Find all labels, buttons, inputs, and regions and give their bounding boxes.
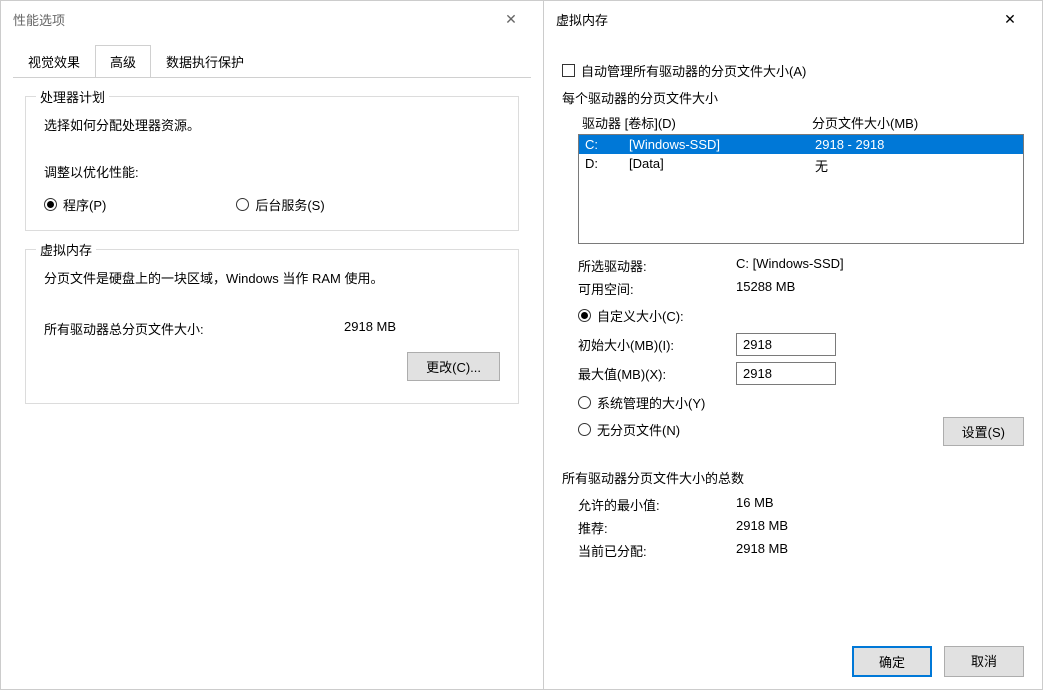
change-button[interactable]: 更改(C)... bbox=[407, 352, 500, 381]
max-size-label: 最大值(MB)(X): bbox=[578, 364, 736, 383]
tab-dep[interactable]: 数据执行保护 bbox=[151, 45, 259, 77]
drive-group: 驱动器 [卷标](D) 分页文件大小(MB) C: [Windows-SSD] … bbox=[562, 111, 1024, 244]
total-pagefile-label: 所有驱动器总分页文件大小: bbox=[44, 319, 244, 338]
drive-list-header: 驱动器 [卷标](D) 分页文件大小(MB) bbox=[578, 111, 1024, 134]
window-title: 性能选项 bbox=[13, 10, 491, 29]
titlebar: 性能选项 ✕ bbox=[1, 1, 543, 37]
tab-visual-effects[interactable]: 视觉效果 bbox=[13, 45, 95, 77]
processor-desc: 选择如何分配处理器资源。 bbox=[44, 115, 500, 134]
tab-strip: 视觉效果 高级 数据执行保护 bbox=[1, 37, 543, 78]
selected-drive-label: 所选驱动器: bbox=[578, 256, 736, 275]
max-size-input[interactable] bbox=[736, 362, 836, 385]
total-pagefile-value: 2918 MB bbox=[344, 319, 396, 338]
dialog-footer: 确定 取消 bbox=[544, 634, 1042, 689]
recommended-label: 推荐: bbox=[578, 518, 736, 537]
processor-scheduling-group: 处理器计划 选择如何分配处理器资源。 调整以优化性能: 程序(P) 后台服务(S… bbox=[25, 96, 519, 231]
performance-options-window: 性能选项 ✕ 视觉效果 高级 数据执行保护 处理器计划 选择如何分配处理器资源。… bbox=[0, 0, 543, 690]
radio-icon bbox=[236, 198, 249, 211]
adjust-label: 调整以优化性能: bbox=[44, 162, 500, 181]
window-title: 虚拟内存 bbox=[556, 10, 990, 29]
set-button[interactable]: 设置(S) bbox=[943, 417, 1024, 446]
min-allowed-label: 允许的最小值: bbox=[578, 495, 736, 514]
recommended-value: 2918 MB bbox=[736, 518, 788, 537]
tab-body: 处理器计划 选择如何分配处理器资源。 调整以优化性能: 程序(P) 后台服务(S… bbox=[1, 78, 543, 689]
auto-manage-checkbox[interactable]: 自动管理所有驱动器的分页文件大小(A) bbox=[562, 61, 1024, 80]
radio-custom-size[interactable]: 自定义大小(C): bbox=[578, 306, 1024, 325]
virtual-memory-group: 虚拟内存 分页文件是硬盘上的一块区域，Windows 当作 RAM 使用。 所有… bbox=[25, 249, 519, 404]
virtual-memory-window: 虚拟内存 ✕ 自动管理所有驱动器的分页文件大小(A) 每个驱动器的分页文件大小 … bbox=[543, 0, 1043, 690]
currently-allocated-label: 当前已分配: bbox=[578, 541, 736, 560]
cancel-button[interactable]: 取消 bbox=[944, 646, 1024, 677]
group-legend: 处理器计划 bbox=[36, 87, 109, 106]
free-space-label: 可用空间: bbox=[578, 279, 736, 298]
currently-allocated-value: 2918 MB bbox=[736, 541, 788, 560]
vm-body: 自动管理所有驱动器的分页文件大小(A) 每个驱动器的分页文件大小 驱动器 [卷标… bbox=[544, 37, 1042, 634]
min-allowed-value: 16 MB bbox=[736, 495, 774, 514]
radio-system-managed[interactable]: 系统管理的大小(Y) bbox=[578, 393, 1024, 412]
initial-size-input[interactable] bbox=[736, 333, 836, 356]
radio-icon bbox=[578, 423, 591, 436]
drive-row[interactable]: C: [Windows-SSD] 2918 - 2918 bbox=[579, 135, 1023, 154]
ok-button[interactable]: 确定 bbox=[852, 646, 932, 677]
group-legend: 虚拟内存 bbox=[36, 240, 96, 259]
selected-drive-value: C: [Windows-SSD] bbox=[736, 256, 844, 275]
radio-background-services[interactable]: 后台服务(S) bbox=[236, 195, 324, 214]
tab-advanced[interactable]: 高级 bbox=[95, 45, 151, 77]
radio-icon bbox=[578, 396, 591, 409]
radio-icon bbox=[578, 309, 591, 322]
drive-list[interactable]: C: [Windows-SSD] 2918 - 2918 D: [Data] 无 bbox=[578, 134, 1024, 244]
drive-row[interactable]: D: [Data] 无 bbox=[579, 154, 1023, 177]
totals-legend: 所有驱动器分页文件大小的总数 bbox=[562, 468, 1024, 487]
vm-desc: 分页文件是硬盘上的一块区域，Windows 当作 RAM 使用。 bbox=[44, 268, 500, 287]
titlebar: 虚拟内存 ✕ bbox=[544, 1, 1042, 37]
radio-icon bbox=[44, 198, 57, 211]
per-drive-legend: 每个驱动器的分页文件大小 bbox=[562, 88, 1024, 107]
close-icon[interactable]: ✕ bbox=[990, 11, 1030, 28]
checkbox-icon bbox=[562, 64, 575, 77]
free-space-value: 15288 MB bbox=[736, 279, 795, 298]
initial-size-label: 初始大小(MB)(I): bbox=[578, 335, 736, 354]
radio-programs[interactable]: 程序(P) bbox=[44, 195, 106, 214]
close-icon[interactable]: ✕ bbox=[491, 11, 531, 28]
